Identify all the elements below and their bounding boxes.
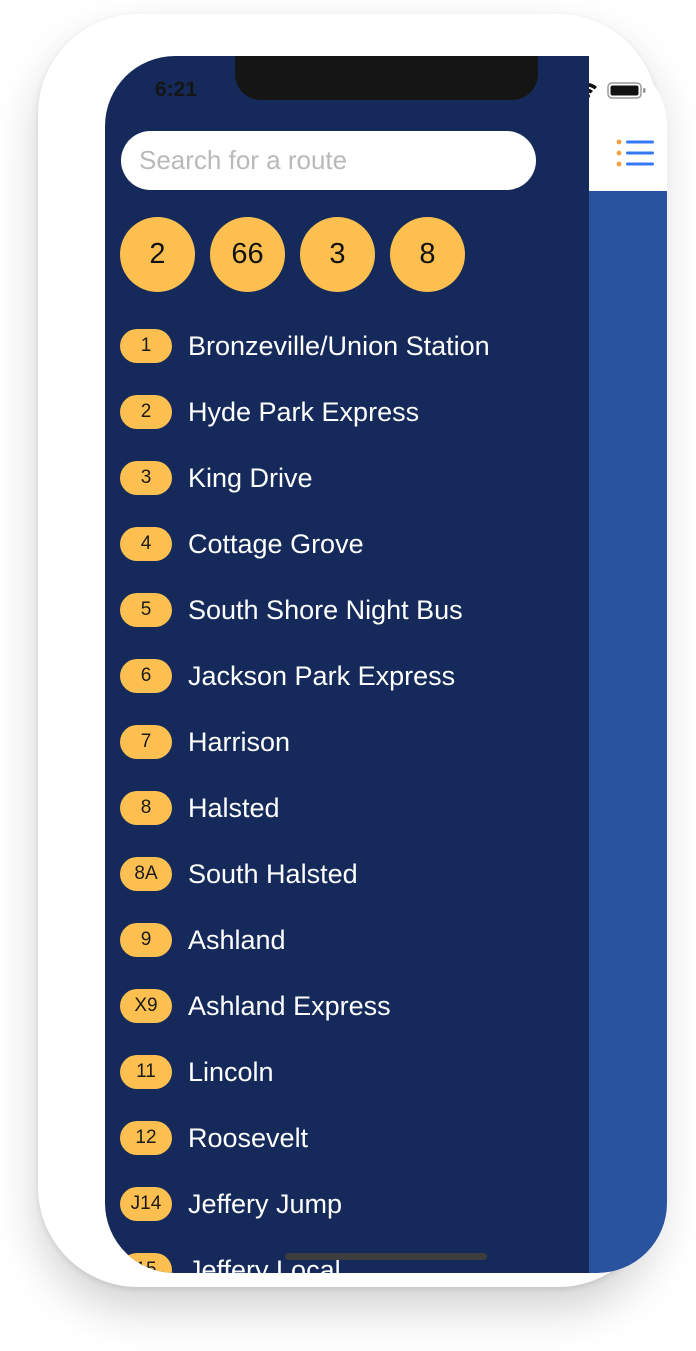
route-list-item[interactable]: 4 Cottage Grove <box>120 511 580 577</box>
route-drawer: 6:21 2 66 3 8 1 Bronzeville/Union Statio… <box>105 56 589 1273</box>
route-name: Jackson Park Express <box>188 660 456 691</box>
recent-route-chip[interactable]: 2 <box>120 217 195 292</box>
recent-routes: 2 66 3 8 <box>120 217 465 292</box>
route-list-item[interactable]: 12 Roosevelt <box>120 1105 580 1171</box>
route-name: Jeffery Jump <box>188 1188 343 1219</box>
route-number-badge: 4 <box>120 527 172 561</box>
screen: 6:21 2 66 3 8 1 Bronzeville/Union Statio… <box>105 56 667 1273</box>
route-list-item[interactable]: 8 Halsted <box>120 775 580 841</box>
list-menu-icon[interactable] <box>615 136 655 170</box>
route-name: South Halsted <box>188 858 358 889</box>
device-notch <box>235 56 538 100</box>
route-number-badge: J14 <box>120 1187 172 1221</box>
route-number-badge: 6 <box>120 659 172 693</box>
battery-icon <box>607 82 646 99</box>
phone-frame: 6:21 2 66 3 8 1 Bronzeville/Union Statio… <box>38 14 667 1287</box>
main-map-area <box>589 191 667 1273</box>
route-name: Bronzeville/Union Station <box>188 330 490 361</box>
route-list-item[interactable]: 5 South Shore Night Bus <box>120 577 580 643</box>
route-number-badge: 5 <box>120 593 172 627</box>
recent-route-chip[interactable]: 66 <box>210 217 285 292</box>
route-name: Harrison <box>188 726 291 757</box>
route-list: 1 Bronzeville/Union Station 2 Hyde Park … <box>120 313 580 1273</box>
route-number-badge: 2 <box>120 395 172 429</box>
route-name: South Shore Night Bus <box>188 594 463 625</box>
route-search-input[interactable] <box>121 131 536 190</box>
route-number-badge: 15 <box>120 1253 172 1273</box>
route-name: Ashland Express <box>188 990 391 1021</box>
route-name: Lincoln <box>188 1056 274 1087</box>
route-list-item[interactable]: 11 Lincoln <box>120 1039 580 1105</box>
route-list-item[interactable]: X9 Ashland Express <box>120 973 580 1039</box>
route-list-item[interactable]: 2 Hyde Park Express <box>120 379 580 445</box>
route-list-item[interactable]: 7 Harrison <box>120 709 580 775</box>
route-name: Roosevelt <box>188 1122 309 1153</box>
main-content <box>589 56 667 1273</box>
route-number-badge: 1 <box>120 329 172 363</box>
route-list-item[interactable]: 6 Jackson Park Express <box>120 643 580 709</box>
route-number-badge: 7 <box>120 725 172 759</box>
route-list-item[interactable]: J14 Jeffery Jump <box>120 1171 580 1237</box>
status-time: 6:21 <box>155 78 198 101</box>
route-number-badge: 8A <box>120 857 172 891</box>
route-name: King Drive <box>188 462 313 493</box>
route-list-item[interactable]: 3 King Drive <box>120 445 580 511</box>
route-list-item[interactable]: 8A South Halsted <box>120 841 580 907</box>
route-name: Cottage Grove <box>188 528 364 559</box>
route-name: Ashland <box>188 924 286 955</box>
route-list-item[interactable]: 1 Bronzeville/Union Station <box>120 313 580 379</box>
route-number-badge: 3 <box>120 461 172 495</box>
route-number-badge: 12 <box>120 1121 172 1155</box>
route-number-badge: 11 <box>120 1055 172 1089</box>
route-name: Halsted <box>188 792 280 823</box>
recent-route-chip[interactable]: 3 <box>300 217 375 292</box>
route-list-item[interactable]: 9 Ashland <box>120 907 580 973</box>
route-number-badge: 8 <box>120 791 172 825</box>
route-name: Hyde Park Express <box>188 396 420 427</box>
route-number-badge: X9 <box>120 989 172 1023</box>
home-indicator[interactable] <box>285 1253 487 1260</box>
route-number-badge: 9 <box>120 923 172 957</box>
recent-route-chip[interactable]: 8 <box>390 217 465 292</box>
